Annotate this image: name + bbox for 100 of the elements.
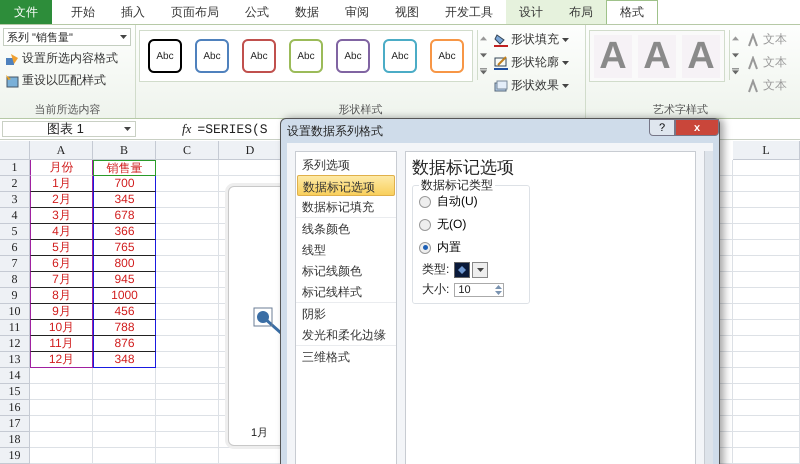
formula-field[interactable]: =SERIES(S — [197, 122, 268, 136]
empty-cell[interactable] — [156, 224, 219, 240]
empty-cell[interactable] — [733, 272, 800, 288]
empty-cell[interactable] — [156, 272, 219, 288]
row-header[interactable]: 18 — [0, 432, 30, 448]
gallery-scroll[interactable] — [477, 30, 488, 80]
empty-cell[interactable] — [733, 240, 800, 256]
shape-style-swatch[interactable]: Abc — [148, 39, 182, 73]
ribbon-tab[interactable]: 开始 — [58, 0, 108, 24]
ribbon-tab[interactable]: 布局 — [556, 0, 606, 24]
row-header[interactable]: 13 — [0, 352, 30, 368]
empty-cell[interactable] — [156, 288, 219, 304]
row-header[interactable]: 15 — [0, 384, 30, 400]
row-header[interactable]: 14 — [0, 368, 30, 384]
scrollbar[interactable] — [704, 151, 713, 464]
empty-cell[interactable] — [156, 384, 219, 400]
empty-cell[interactable] — [733, 416, 800, 432]
chart-element-dropdown[interactable]: 系列 "销售量" — [3, 28, 131, 46]
empty-cell[interactable] — [93, 400, 156, 416]
empty-cell[interactable] — [733, 320, 800, 336]
empty-cell[interactable] — [733, 208, 800, 224]
empty-cell[interactable] — [156, 160, 219, 176]
empty-cell[interactable] — [733, 192, 800, 208]
empty-cell[interactable] — [93, 448, 156, 464]
empty-cell[interactable] — [156, 432, 219, 448]
ribbon-tab[interactable]: 插入 — [108, 0, 158, 24]
empty-cell[interactable] — [93, 384, 156, 400]
row-header[interactable]: 1 — [0, 160, 30, 176]
ribbon-tab[interactable]: 开发工具 — [432, 0, 506, 24]
category-item[interactable]: 线条颜色 — [297, 218, 395, 239]
row-header[interactable]: 2 — [0, 176, 30, 192]
row-header[interactable]: 5 — [0, 224, 30, 240]
row-header[interactable]: 9 — [0, 288, 30, 304]
radio-option[interactable]: 无(O) — [419, 214, 466, 235]
select-all-corner[interactable] — [0, 141, 30, 160]
empty-cell[interactable] — [156, 256, 219, 272]
close-button[interactable]: x — [675, 119, 719, 136]
shape-style-swatch[interactable]: Abc — [242, 39, 276, 73]
row-header[interactable]: 10 — [0, 304, 30, 320]
ribbon-tab[interactable]: 页面布局 — [158, 0, 232, 24]
category-item[interactable]: 阴影 — [297, 303, 395, 324]
help-button[interactable]: ? — [649, 119, 675, 136]
row-header[interactable]: 11 — [0, 320, 30, 336]
format-selection-button[interactable]: 设置所选内容格式 — [3, 49, 132, 68]
category-item[interactable]: 系列选项 — [297, 154, 395, 175]
shape-style-swatch[interactable]: Abc — [195, 39, 229, 73]
empty-cell[interactable] — [733, 336, 800, 352]
empty-cell[interactable] — [156, 176, 219, 192]
empty-cell[interactable] — [93, 368, 156, 384]
empty-cell[interactable] — [93, 432, 156, 448]
empty-cell[interactable] — [733, 176, 800, 192]
shape-style-swatch[interactable]: Abc — [383, 39, 417, 73]
category-item[interactable]: 三维格式 — [297, 346, 395, 367]
ribbon-tab[interactable]: 审阅 — [332, 0, 382, 24]
category-item[interactable]: 发光和柔化边缘 — [297, 324, 395, 345]
empty-cell[interactable] — [156, 336, 219, 352]
empty-cell[interactable] — [156, 416, 219, 432]
empty-cell[interactable] — [93, 416, 156, 432]
empty-cell[interactable] — [156, 192, 219, 208]
column-header[interactable]: D — [219, 141, 282, 160]
empty-cell[interactable] — [733, 256, 800, 272]
row-header[interactable]: 4 — [0, 208, 30, 224]
shape-style-swatch[interactable]: Abc — [289, 39, 323, 73]
empty-cell[interactable] — [156, 400, 219, 416]
radio-option[interactable]: 内置 — [419, 237, 461, 258]
row-header[interactable]: 17 — [0, 416, 30, 432]
shape-format-button[interactable]: 形状效果 — [492, 76, 571, 95]
row-header[interactable]: 12 — [0, 336, 30, 352]
shape-format-button[interactable]: 形状轮廓 — [492, 53, 571, 72]
column-header[interactable]: C — [156, 141, 219, 160]
empty-cell[interactable] — [156, 320, 219, 336]
ribbon-tab[interactable]: 公式 — [232, 0, 282, 24]
category-item[interactable]: 数据标记填充 — [297, 196, 395, 217]
row-header[interactable]: 8 — [0, 272, 30, 288]
row-header[interactable]: 3 — [0, 192, 30, 208]
ribbon-tab[interactable]: 格式 — [606, 0, 658, 24]
category-item[interactable]: 标记线样式 — [297, 281, 395, 302]
empty-cell[interactable] — [733, 432, 800, 448]
empty-cell[interactable] — [733, 384, 800, 400]
shape-style-swatch[interactable]: Abc — [430, 39, 464, 73]
column-header[interactable]: L — [733, 141, 800, 160]
radio-option[interactable]: 自动(U) — [419, 191, 478, 212]
category-item[interactable]: 线型 — [297, 239, 395, 260]
gallery-scroll[interactable] — [729, 30, 740, 80]
empty-cell[interactable] — [733, 304, 800, 320]
empty-cell[interactable] — [733, 288, 800, 304]
marker-type-dropdown[interactable] — [454, 262, 488, 278]
function-label[interactable]: fx — [182, 121, 192, 137]
ribbon-tab[interactable]: 视图 — [382, 0, 432, 24]
category-item[interactable]: 数据标记选项 — [297, 175, 395, 196]
row-header[interactable]: 16 — [0, 400, 30, 416]
row-header[interactable]: 19 — [0, 448, 30, 464]
empty-cell[interactable] — [156, 208, 219, 224]
empty-cell[interactable] — [156, 240, 219, 256]
empty-cell[interactable] — [733, 368, 800, 384]
column-header[interactable]: B — [93, 141, 156, 160]
shape-style-swatch[interactable]: Abc — [336, 39, 370, 73]
empty-cell[interactable] — [733, 352, 800, 368]
name-box[interactable]: 图表 1 — [2, 121, 136, 137]
column-header[interactable]: A — [30, 141, 93, 160]
